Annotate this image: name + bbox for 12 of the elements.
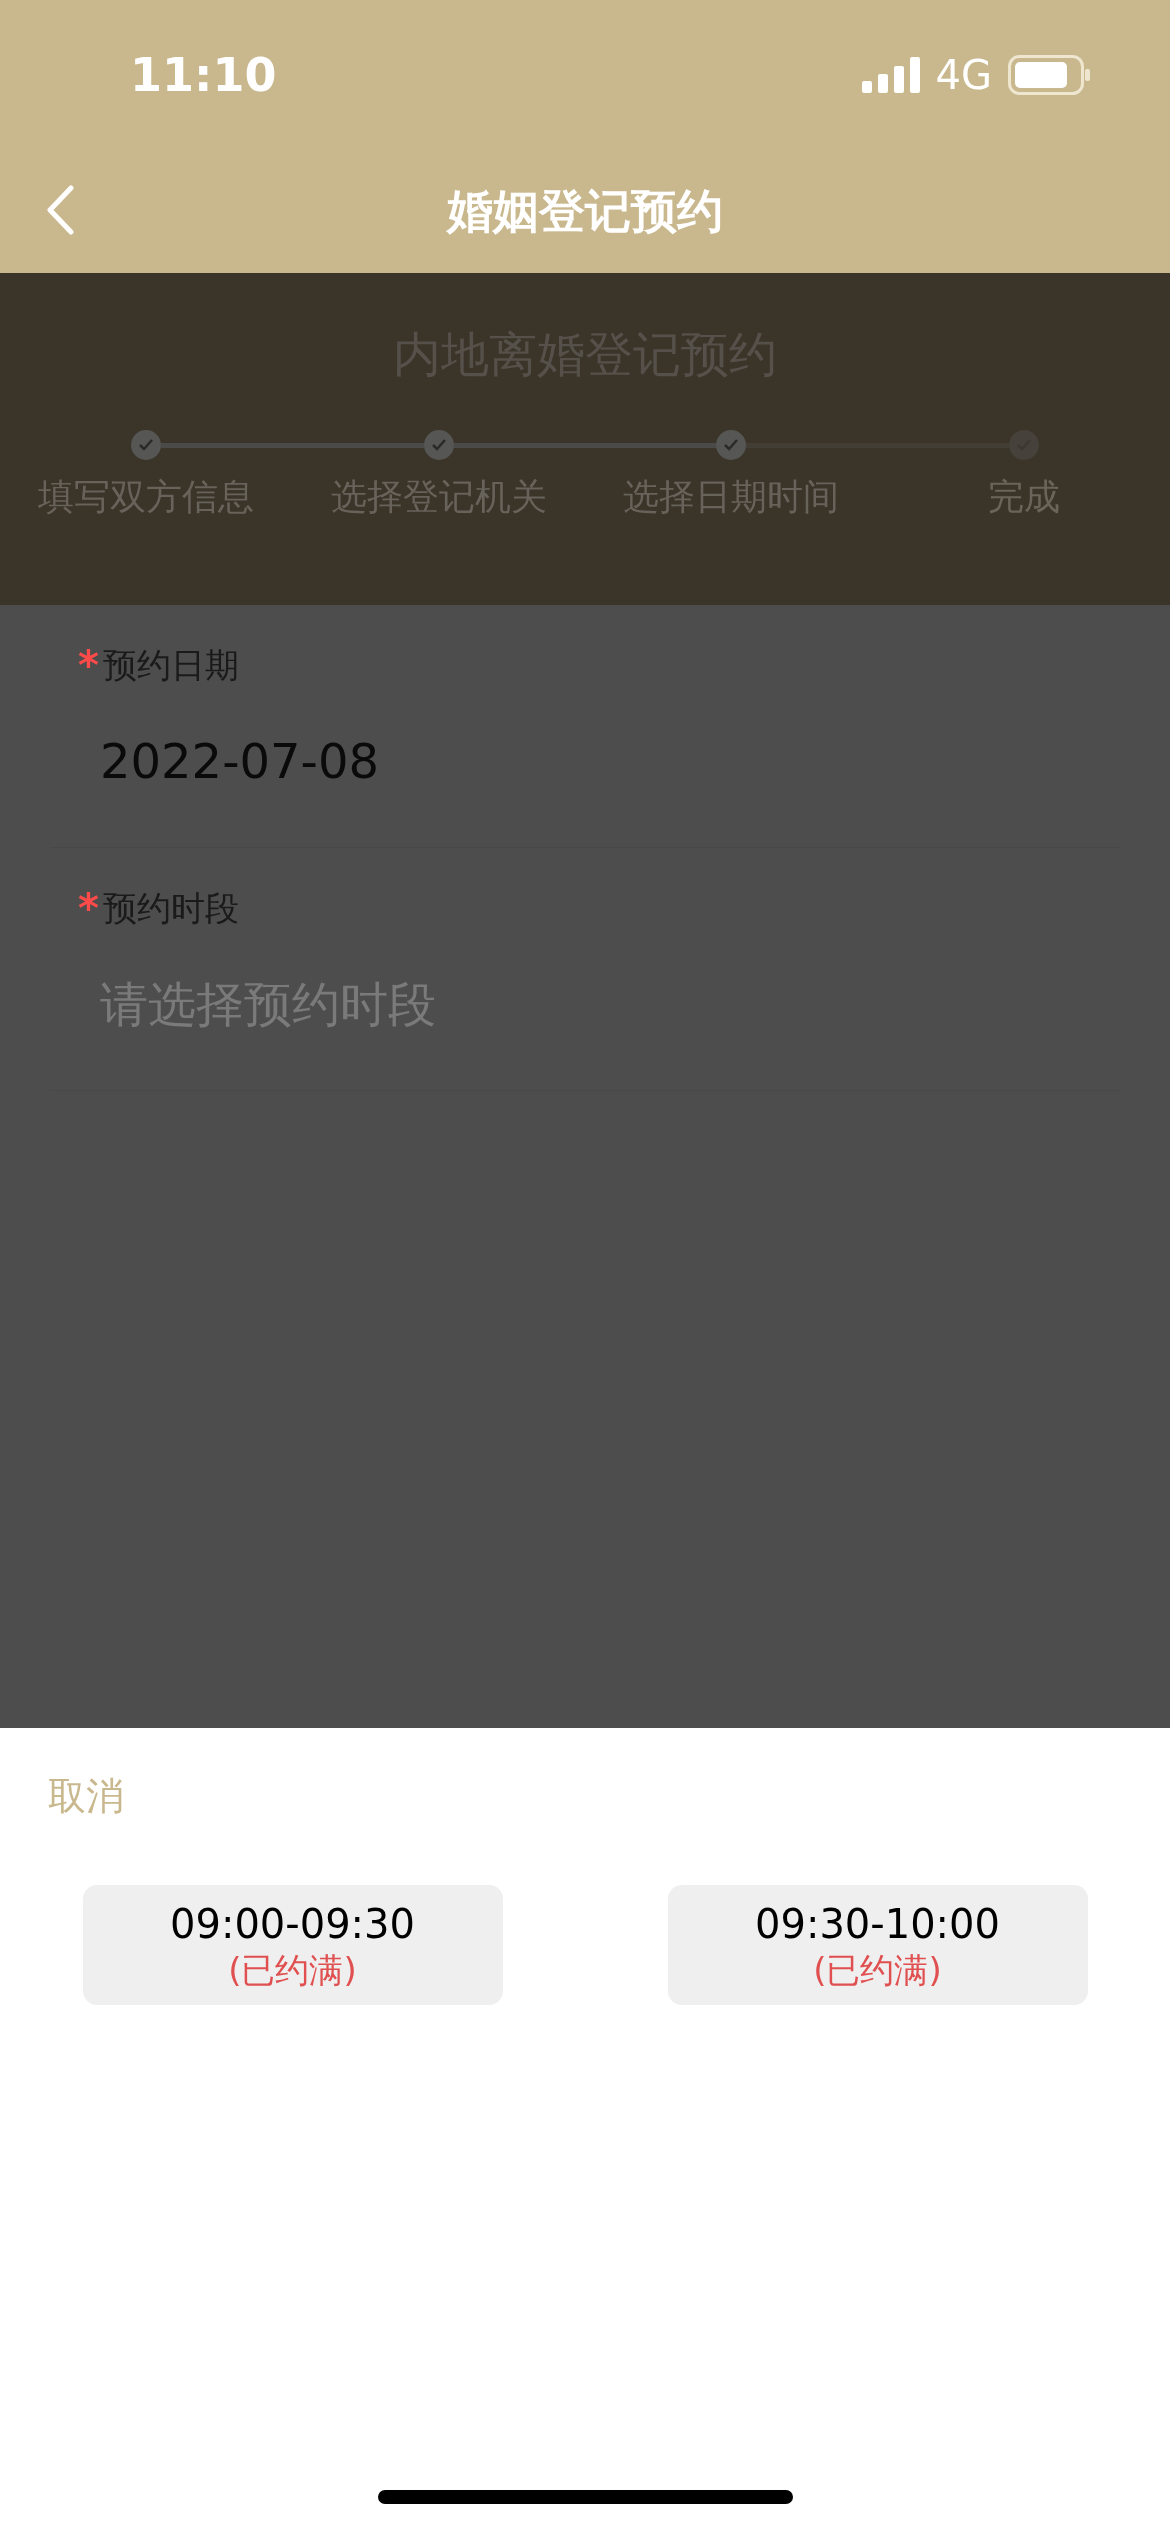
- time-slot-option[interactable]: 09:30-10:00 (已约满): [667, 1885, 1088, 2005]
- required-mark: *: [78, 884, 99, 933]
- cancel-button[interactable]: 取消: [48, 1768, 124, 1825]
- battery-icon: [1008, 55, 1090, 95]
- network-label: 4G: [935, 51, 992, 100]
- page-title: 婚姻登记预约: [447, 183, 723, 240]
- back-icon: [46, 185, 74, 235]
- status-time: 11:10: [130, 46, 277, 104]
- date-value[interactable]: 2022-07-08: [100, 725, 1092, 797]
- time-slot-option[interactable]: 09:00-09:30 (已约满): [82, 1885, 503, 2005]
- required-mark: *: [78, 641, 99, 690]
- signal-icon: [861, 57, 920, 93]
